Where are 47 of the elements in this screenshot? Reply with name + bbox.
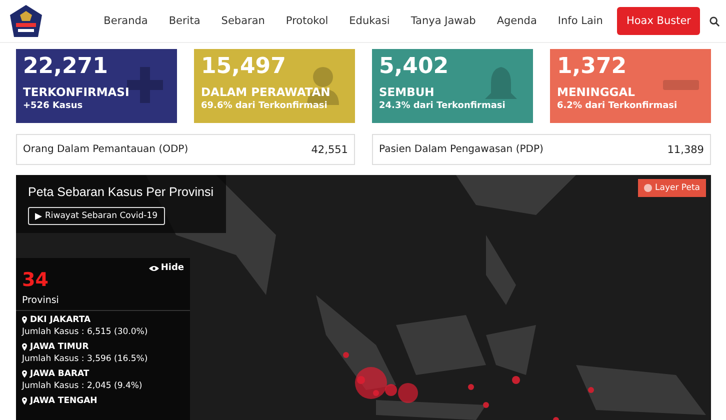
play-icon [35,212,42,220]
stat-label: TERKONFIRMASI [23,85,130,99]
monitoring-label: Pasien Dalam Pengawasan (PDP) [379,144,544,155]
stat-label: MENINGGAL [557,85,636,99]
province-cases: Jumlah Kasus : 6,515 (30.0%) [22,327,149,337]
nav-link[interactable]: Edukasi [338,15,400,27]
stat-subtitle: +526 Kasus [23,101,84,111]
nav-link[interactable]: Beranda [93,15,158,27]
hoax-buster-button[interactable]: Hoax Buster [617,7,700,35]
nav-link[interactable]: Protokol [275,15,339,27]
stat-value: 15,497 [201,54,287,80]
province-cases: Jumlah Kasus : 3,596 (16.5%) [22,354,149,364]
pin-icon [22,343,27,351]
stat-value: 22,271 [23,54,109,80]
monitoring-value: 11,389 [667,144,704,156]
pin-icon [22,370,27,378]
province-count-label: Provinsi [22,295,59,306]
layer-button[interactable]: Layer Peta [638,179,706,197]
hide-link[interactable]: Hide [148,263,184,273]
stat-label: SEMBUH [379,85,436,99]
map-title: Peta Sebaran Kasus Per Provinsi [28,184,214,200]
province-name: JAWA TENGAH [30,396,98,406]
province-name: JAWA BARAT [30,369,90,379]
province-cases: Jumlah Kasus : 2,045 (9.4%) [22,381,144,391]
stat-subtitle: 69.6% dari Terkonfirmasi [201,101,328,111]
nav-link[interactable]: Tanya Jawab [400,15,486,27]
history-button[interactable]: Riwayat Sebaran Covid-19 [28,207,165,225]
stat-value: 5,402 [379,54,450,80]
monitoring-value: 42,551 [311,144,348,156]
province-name: DKI JAKARTA [30,315,91,325]
eye-icon [148,264,159,272]
pin-icon [22,397,27,405]
monitoring-label: Orang Dalam Pemantauan (ODP) [23,144,188,155]
circle-icon [644,184,652,192]
province-count: 34 [22,269,50,291]
province-name: JAWA TIMUR [30,342,89,352]
stat-subtitle: 6.2% dari Terkonfirmasi [557,101,678,111]
pin-icon [22,316,27,324]
nav-link[interactable]: Info Lain [547,15,614,27]
nav-link[interactable]: Agenda [486,15,548,27]
stat-label: DALAM PERAWATAN [201,85,332,99]
stat-subtitle: 24.3% dari Terkonfirmasi [379,101,506,111]
stat-value: 1,372 [557,54,628,80]
nav-link[interactable]: Sebaran [210,15,276,27]
nav-link[interactable]: Berita [158,15,211,27]
minus-icon [663,80,699,90]
search-icon[interactable] [709,16,720,26]
